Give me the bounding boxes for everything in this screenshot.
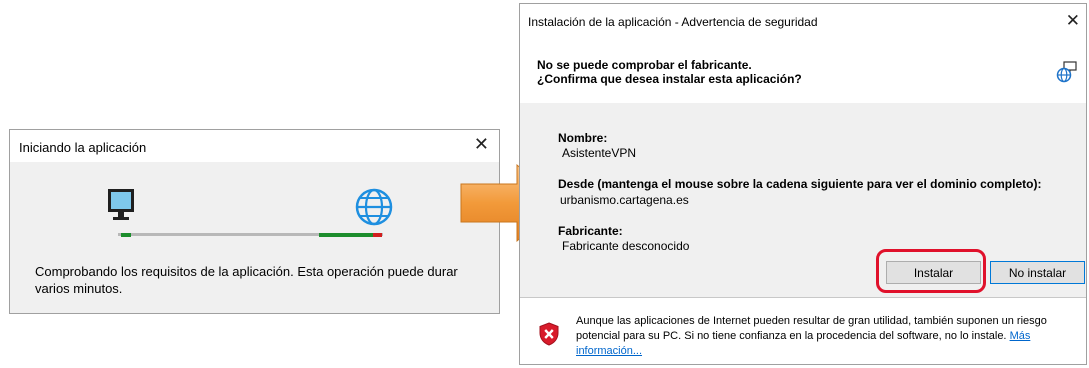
security-warning-text: Aunque las aplicaciones de Internet pued… xyxy=(576,314,1076,359)
install-button[interactable]: Instalar xyxy=(886,261,981,284)
security-warning-dialog: Instalación de la aplicación - Advertenc… xyxy=(519,3,1087,365)
name-value: AsistenteVPN xyxy=(562,146,637,160)
shield-warning-icon xyxy=(539,322,559,346)
progress-segment-end xyxy=(319,233,374,237)
unverified-publisher-heading: No se puede comprobar el fabricante. xyxy=(537,58,752,72)
progress-segment-start xyxy=(121,233,131,237)
install-confirm-question: ¿Confirma que desea instalar esta aplica… xyxy=(537,72,802,86)
launch-dialog-close-button[interactable]: ✕ xyxy=(474,134,489,155)
security-warning-footer: Aunque las aplicaciones de Internet pued… xyxy=(520,298,1086,364)
publisher-value: Fabricante desconocido xyxy=(562,239,690,253)
publisher-label: Fabricante: xyxy=(558,224,623,238)
globe-icon xyxy=(355,188,393,226)
network-icon xyxy=(1056,61,1077,83)
name-label: Nombre: xyxy=(558,131,608,145)
launch-dialog: Iniciando la aplicación ✕ Comprobando lo… xyxy=(9,129,500,314)
security-dialog-titlebar: Instalación de la aplicación - Advertenc… xyxy=(520,4,1086,37)
security-warning-message: Aunque las aplicaciones de Internet pued… xyxy=(576,315,1047,342)
from-domain-link[interactable]: urbanismo.cartagena.es xyxy=(560,193,689,207)
monitor-icon xyxy=(108,189,134,220)
no-install-button[interactable]: No instalar xyxy=(990,261,1085,284)
from-label: Desde (mantenga el mouse sobre la cadena… xyxy=(558,177,1042,191)
progress-segment-error xyxy=(373,233,382,237)
launch-dialog-title: Iniciando la aplicación xyxy=(19,140,147,155)
launch-status-text: Comprobando los requisitos de la aplicac… xyxy=(35,264,458,296)
launch-dialog-titlebar: Iniciando la aplicación ✕ xyxy=(10,130,499,162)
security-dialog-title: Instalación de la aplicación - Advertenc… xyxy=(528,15,818,29)
security-dialog-header: No se puede comprobar el fabricante. ¿Co… xyxy=(520,37,1086,103)
security-dialog-close-button[interactable]: ✕ xyxy=(1066,11,1080,31)
